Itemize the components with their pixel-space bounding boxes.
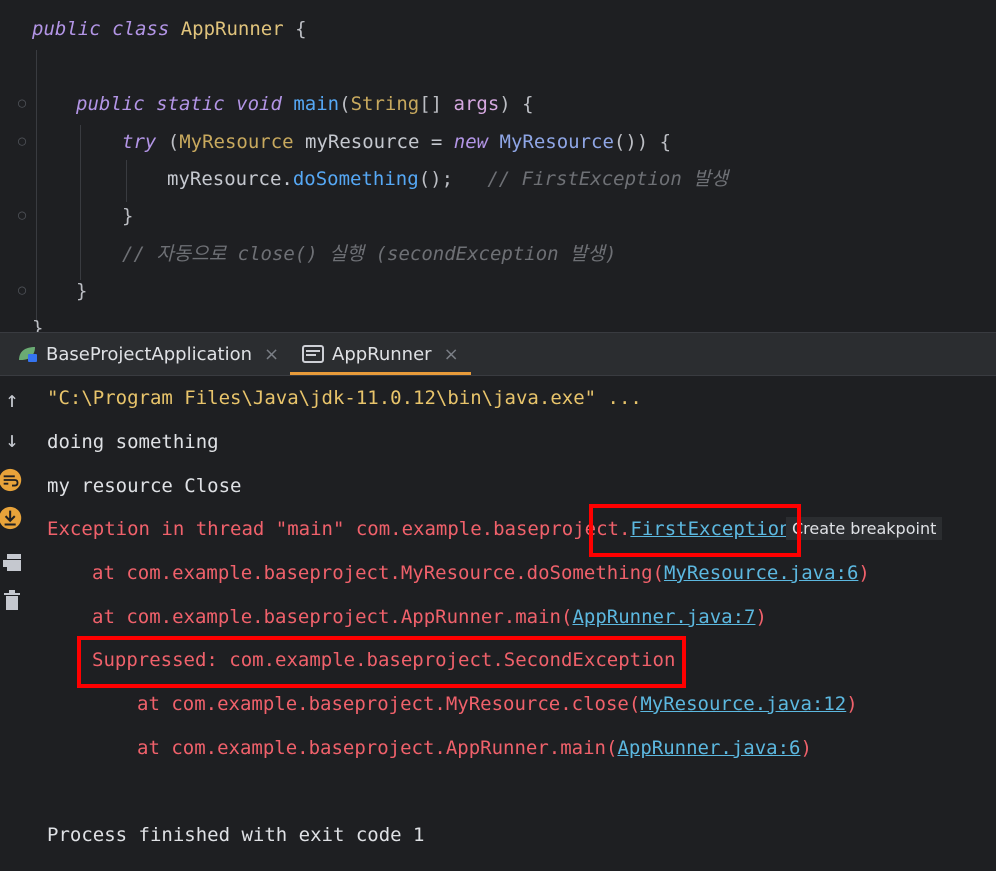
console-output-line: doing something	[47, 431, 219, 453]
code-token: public static void	[76, 93, 294, 115]
exit-code-line: Process finished with exit code 1	[47, 824, 425, 846]
down-arrow-icon[interactable]: ↓	[0, 426, 24, 454]
paren: )	[846, 693, 858, 715]
code-token: AppRunner	[180, 18, 284, 40]
code-token: ();	[418, 168, 488, 190]
fold-marker-icon[interactable]: ◯	[16, 284, 28, 298]
tab-app-runner[interactable]: AppRunner ×	[290, 333, 471, 375]
fold-marker-icon[interactable]: ◯	[16, 97, 28, 111]
code-token: try	[122, 131, 168, 153]
apprunner-java-6-link[interactable]: AppRunner.java:6	[617, 737, 800, 759]
close-icon[interactable]: ×	[264, 344, 279, 365]
run-console[interactable]: ↑ ↓ "C:\Program Files\Java\jdk-11.0.12\b…	[0, 376, 996, 871]
spring-leaf-icon	[16, 345, 38, 363]
annotation-box-first-exception	[589, 504, 801, 557]
myresource-java-6-link[interactable]: MyResource.java:6	[664, 562, 858, 584]
code-token: // 자동으로 close() 실행 (secondException 발생)	[122, 243, 617, 265]
code-token: args	[453, 93, 500, 115]
code-line-main-decl[interactable]: public static void main(String[] args) {	[76, 92, 534, 116]
console-command-line: "C:\Program Files\Java\jdk-11.0.12\bin\j…	[47, 387, 642, 409]
stack-trace-line: at com.example.baseproject.MyResource.do…	[92, 561, 870, 585]
code-line-do-something[interactable]: myResource.doSomething(); // FirstExcept…	[167, 167, 728, 191]
stack-trace-line: at com.example.baseproject.AppRunner.mai…	[137, 736, 812, 760]
code-token: ) {	[499, 93, 534, 115]
fold-marker-icon[interactable]: ◯	[16, 209, 28, 223]
close-icon[interactable]: ×	[444, 344, 459, 365]
code-line-comment[interactable]: // 자동으로 close() 실행 (secondException 발생)	[122, 242, 616, 266]
paren: )	[800, 737, 812, 759]
code-editor[interactable]: ◯ ◯ ◯ ◯ public class AppRunner { public …	[0, 0, 996, 332]
fold-marker-icon[interactable]: ◯	[16, 135, 28, 149]
console-output-line: my resource Close	[47, 475, 242, 497]
code-token: (	[339, 93, 351, 115]
indent-guide	[36, 50, 37, 320]
code-token: public class	[32, 18, 181, 40]
code-token: myResource.	[167, 168, 293, 190]
create-breakpoint-hint[interactable]: Create breakpoint	[786, 517, 943, 540]
code-token: // FirstException 발생	[487, 168, 729, 190]
stack-trace-line: at com.example.baseproject.AppRunner.mai…	[92, 605, 767, 629]
run-tab-bar: BaseProjectApplication × AppRunner ×	[0, 332, 996, 376]
code-token: }	[32, 317, 44, 332]
tab-label: AppRunner	[332, 343, 432, 365]
code-token: main	[293, 93, 340, 115]
paren: )	[858, 562, 870, 584]
code-token: []	[419, 93, 454, 115]
apprunner-java-7-link[interactable]: AppRunner.java:7	[572, 606, 755, 628]
code-token: doSomething	[292, 168, 419, 190]
tab-base-project-application[interactable]: BaseProjectApplication ×	[16, 333, 279, 375]
code-line-try[interactable]: try (MyResource myResource = new MyResou…	[122, 130, 671, 154]
code-token: }	[76, 280, 88, 302]
code-line-main-close[interactable]: }	[76, 279, 87, 303]
trace-text: at com.example.baseproject.AppRunner.mai…	[137, 737, 618, 759]
myresource-java-12-link[interactable]: MyResource.java:12	[640, 693, 846, 715]
code-token: ()) {	[613, 131, 672, 153]
code-token: }	[122, 205, 134, 227]
paren: )	[755, 606, 767, 628]
code-line-class-decl[interactable]: public class AppRunner {	[32, 17, 307, 41]
trace-text: at com.example.baseproject.AppRunner.mai…	[92, 606, 573, 628]
annotation-box-suppressed	[77, 636, 686, 688]
up-arrow-icon[interactable]: ↑	[0, 386, 24, 414]
trace-text: at com.example.baseproject.MyResource.cl…	[137, 693, 641, 715]
indent-guide	[126, 160, 127, 202]
indent-guide	[80, 125, 81, 280]
code-line-try-close[interactable]: }	[122, 204, 133, 228]
console-window-icon	[302, 345, 324, 363]
trace-text: at com.example.baseproject.MyResource.do…	[92, 562, 664, 584]
stack-trace-line: at com.example.baseproject.MyResource.cl…	[137, 692, 858, 716]
code-line-class-close[interactable]: }	[32, 316, 43, 332]
exception-text: Exception in thread "main" com.example.b…	[47, 518, 631, 540]
code-token: new	[453, 131, 500, 153]
scroll-to-end-icon[interactable]	[0, 504, 24, 532]
code-token: myResource =	[293, 131, 454, 153]
code-token: MyResource	[179, 131, 294, 153]
code-token: {	[283, 18, 307, 40]
code-token: MyResource	[499, 131, 614, 153]
soft-wrap-icon[interactable]	[0, 466, 24, 494]
trash-icon[interactable]	[0, 586, 24, 614]
tab-label: BaseProjectApplication	[46, 343, 252, 365]
code-token: (	[167, 131, 180, 153]
code-token: String	[350, 93, 420, 115]
print-icon[interactable]	[0, 548, 24, 576]
